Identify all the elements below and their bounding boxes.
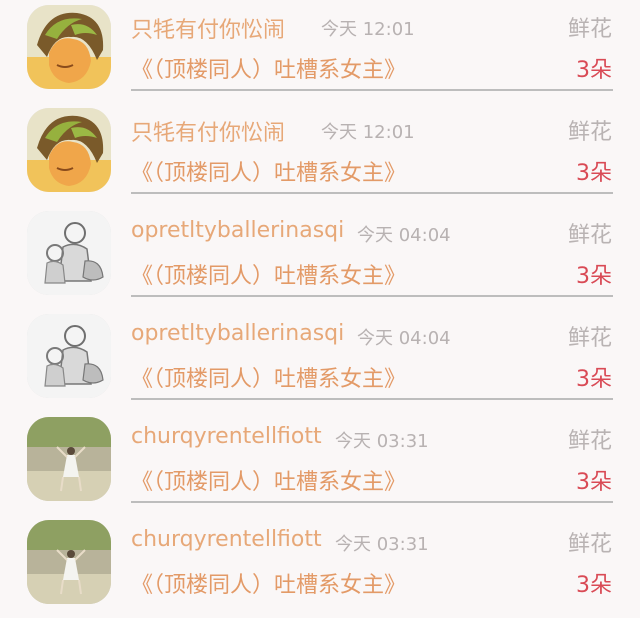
- row-divider: [131, 398, 613, 400]
- book-title-link[interactable]: 《（顶楼同人）吐槽系女主》: [131, 567, 406, 599]
- gift-type: 鲜花: [567, 532, 612, 557]
- avatar[interactable]: [27, 520, 111, 604]
- gift-count: 3朵: [576, 161, 612, 186]
- username[interactable]: churqyrentellfiott: [131, 527, 322, 552]
- gift-type: 鲜花: [567, 429, 612, 454]
- book-title-link[interactable]: 《（顶楼同人）吐槽系女主》: [131, 258, 406, 290]
- timestamp: 今天 12:01: [321, 19, 415, 40]
- timestamp: 今天 12:01: [321, 122, 415, 143]
- username[interactable]: churqyrentellfiott: [131, 424, 322, 449]
- timestamp: 今天 03:31: [335, 534, 429, 555]
- avatar[interactable]: [27, 417, 111, 501]
- list-item[interactable]: churqyrentellfiott 今天 03:31 鲜花 《（顶楼同人）吐槽…: [0, 515, 640, 618]
- list-item[interactable]: opretltyballerinasqi 今天 04:04 鲜花 《（顶楼同人）…: [0, 309, 640, 412]
- avatar-anime-boy-icon: [27, 5, 111, 89]
- gift-count: 3朵: [576, 58, 612, 83]
- avatar-sketch-mother-icon: [27, 314, 111, 398]
- avatar[interactable]: [27, 211, 111, 295]
- gift-count: 3朵: [576, 470, 612, 495]
- row-divider: [131, 89, 613, 91]
- username[interactable]: 只牦有付你忪闹: [131, 12, 285, 44]
- avatar-photo-girl-icon: [27, 417, 111, 501]
- gift-type: 鲜花: [567, 17, 612, 42]
- timestamp: 今天 03:31: [335, 431, 429, 452]
- gift-count: 3朵: [576, 367, 612, 392]
- avatar[interactable]: [27, 108, 111, 192]
- list-item[interactable]: 只牦有付你忪闹 今天 12:01 鲜花 《（顶楼同人）吐槽系女主》 3朵: [0, 103, 640, 206]
- book-title-link[interactable]: 《（顶楼同人）吐槽系女主》: [131, 464, 406, 496]
- username[interactable]: opretltyballerinasqi: [131, 321, 344, 346]
- avatar[interactable]: [27, 314, 111, 398]
- book-title-link[interactable]: 《（顶楼同人）吐槽系女主》: [131, 361, 406, 393]
- gift-type: 鲜花: [567, 120, 612, 145]
- list-item[interactable]: opretltyballerinasqi 今天 04:04 鲜花 《（顶楼同人）…: [0, 206, 640, 309]
- row-divider: [131, 501, 613, 503]
- list-item[interactable]: churqyrentellfiott 今天 03:31 鲜花 《（顶楼同人）吐槽…: [0, 412, 640, 515]
- book-title-link[interactable]: 《（顶楼同人）吐槽系女主》: [131, 52, 406, 84]
- gift-type: 鲜花: [567, 223, 612, 248]
- username[interactable]: opretltyballerinasqi: [131, 218, 344, 243]
- avatar[interactable]: [27, 5, 111, 89]
- gift-count: 3朵: [576, 573, 612, 598]
- gift-type: 鲜花: [567, 326, 612, 351]
- row-divider: [131, 192, 613, 194]
- timestamp: 今天 04:04: [357, 225, 451, 246]
- book-title-link[interactable]: 《（顶楼同人）吐槽系女主》: [131, 155, 406, 187]
- avatar-sketch-mother-icon: [27, 211, 111, 295]
- username[interactable]: 只牦有付你忪闹: [131, 115, 285, 147]
- avatar-anime-boy-icon: [27, 108, 111, 192]
- gift-count: 3朵: [576, 264, 612, 289]
- list-item[interactable]: 只牦有付你忪闹 今天 12:01 鲜花 《（顶楼同人）吐槽系女主》 3朵: [0, 0, 640, 103]
- row-divider: [131, 295, 613, 297]
- timestamp: 今天 04:04: [357, 328, 451, 349]
- avatar-photo-girl-icon: [27, 520, 111, 604]
